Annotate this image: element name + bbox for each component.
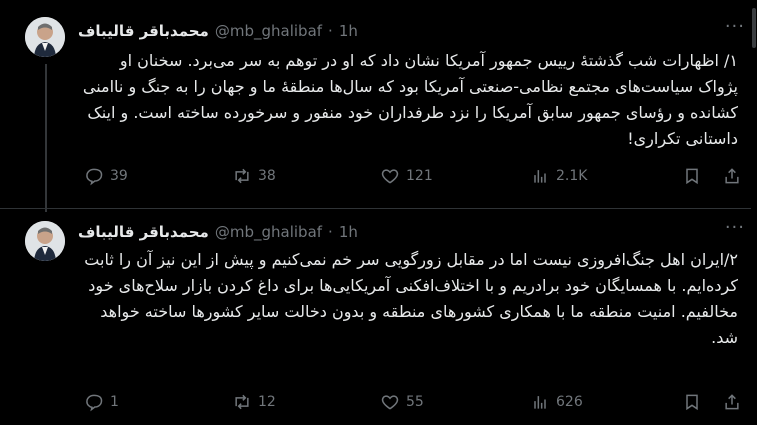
scrollbar-thumb[interactable] bbox=[752, 8, 756, 48]
retweet-button[interactable]: 12 bbox=[232, 392, 276, 412]
tweet-header: محمدباقر قالیباف @mb_ghalibaf · 1h bbox=[78, 222, 358, 242]
scrollbar[interactable] bbox=[751, 0, 757, 425]
views-button[interactable]: 626 bbox=[530, 392, 583, 412]
reply-icon bbox=[86, 394, 103, 412]
author-handle[interactable]: @mb_ghalibaf bbox=[215, 223, 322, 241]
heart-icon bbox=[381, 395, 399, 410]
separator-dot: · bbox=[328, 223, 333, 241]
action-bar: 1 12 55 626 bbox=[78, 392, 757, 416]
like-button[interactable]: 55 bbox=[380, 392, 424, 412]
view-count: 2.1K bbox=[556, 168, 588, 184]
avatar[interactable] bbox=[25, 17, 65, 57]
bookmark-button[interactable] bbox=[682, 166, 702, 186]
timestamp[interactable]: 1h bbox=[339, 223, 358, 241]
views-button[interactable]: 2.1K bbox=[530, 166, 587, 186]
tweet-text: ۲/ایران اهل جنگ‌افروزی نیست اما در مقابل… bbox=[84, 250, 738, 347]
bookmark-button[interactable] bbox=[682, 392, 702, 412]
author-name[interactable]: محمدباقر قالیباف bbox=[78, 22, 209, 40]
view-count: 626 bbox=[556, 394, 583, 410]
reply-count: 39 bbox=[110, 168, 128, 184]
share-icon bbox=[725, 394, 739, 410]
avatar[interactable] bbox=[25, 221, 65, 261]
retweet-icon bbox=[235, 394, 249, 410]
author-handle[interactable]: @mb_ghalibaf bbox=[215, 22, 322, 40]
heart-icon bbox=[381, 169, 399, 184]
retweet-count: 38 bbox=[258, 168, 276, 184]
author-name[interactable]: محمدباقر قالیباف bbox=[78, 223, 209, 241]
retweet-button[interactable]: 38 bbox=[232, 166, 276, 186]
more-icon[interactable]: ··· bbox=[725, 217, 745, 238]
like-count: 121 bbox=[406, 168, 433, 184]
share-button[interactable] bbox=[722, 166, 742, 186]
tweet-2[interactable]: محمدباقر قالیباف @mb_ghalibaf · 1h ··· ۲… bbox=[0, 209, 757, 425]
bookmark-icon bbox=[686, 168, 698, 185]
analytics-icon bbox=[534, 170, 546, 183]
more-icon[interactable]: ··· bbox=[725, 16, 745, 37]
reply-icon bbox=[86, 168, 103, 186]
retweet-icon bbox=[235, 168, 249, 184]
separator-dot: · bbox=[328, 22, 333, 40]
retweet-count: 12 bbox=[258, 394, 276, 410]
timestamp[interactable]: 1h bbox=[339, 22, 358, 40]
analytics-icon bbox=[534, 396, 546, 409]
tweet-text: ۱/ اظهارات شب گذشتهٔ رییس جمهور آمریکا ن… bbox=[82, 51, 738, 148]
tweet-header: محمدباقر قالیباف @mb_ghalibaf · 1h bbox=[78, 21, 358, 41]
tweet-1[interactable]: محمدباقر قالیباف @mb_ghalibaf · 1h ··· ۱… bbox=[0, 0, 757, 212]
like-count: 55 bbox=[406, 394, 424, 410]
like-button[interactable]: 121 bbox=[380, 166, 433, 186]
reply-button[interactable]: 1 bbox=[84, 392, 119, 412]
share-button[interactable] bbox=[722, 392, 742, 412]
action-bar: 39 38 121 2.1K bbox=[78, 166, 757, 190]
thread-line bbox=[45, 64, 47, 212]
reply-count: 1 bbox=[110, 394, 119, 410]
reply-button[interactable]: 39 bbox=[84, 166, 128, 186]
bookmark-icon bbox=[686, 394, 698, 411]
share-icon bbox=[725, 168, 739, 184]
